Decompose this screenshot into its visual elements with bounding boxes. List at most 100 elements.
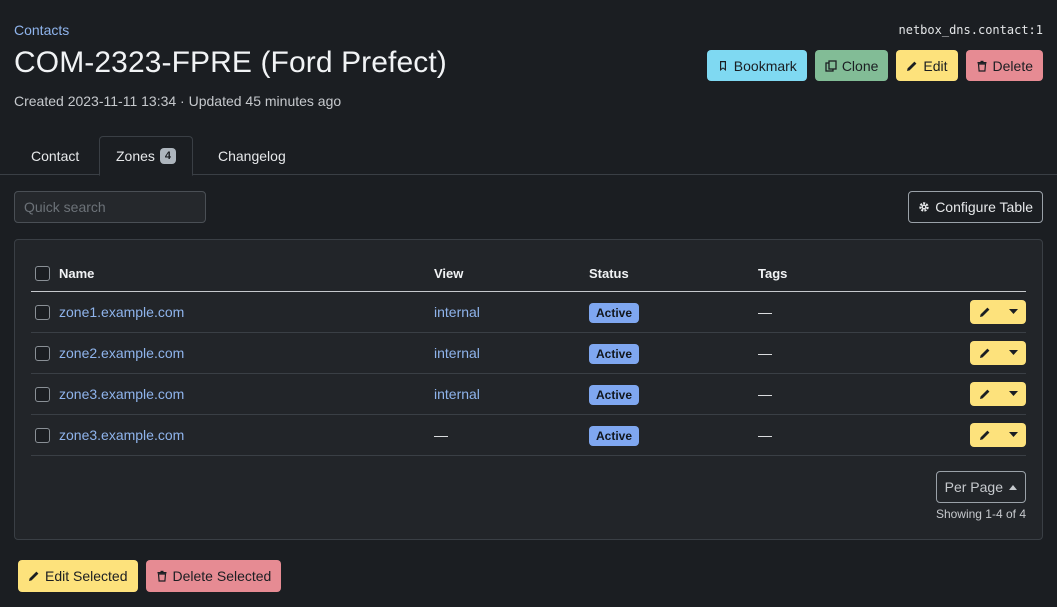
tags-value: —	[758, 344, 772, 361]
status-cell: Active	[589, 414, 758, 456]
column-header-status[interactable]: Status	[589, 256, 758, 292]
row-actions-dropdown[interactable]	[1000, 341, 1026, 365]
row-select-cell	[31, 373, 59, 415]
select-all-checkbox[interactable]	[35, 266, 50, 282]
pagination-summary: Showing 1-4 of 4	[935, 507, 1026, 521]
row-actions-cell	[908, 332, 1026, 374]
select-all-cell	[31, 256, 59, 292]
edit-selected-button[interactable]: Edit Selected	[18, 560, 138, 592]
configure-table-label: Configure Table	[935, 199, 1033, 215]
pencil-icon	[980, 389, 990, 399]
per-page-label: Per Page	[944, 479, 1003, 495]
zone-name-cell: zone3.example.com	[59, 414, 434, 456]
table-row: zone3.example.com — Active —	[31, 414, 1026, 456]
zone-name-cell: zone2.example.com	[59, 332, 434, 374]
caret-down-icon	[1008, 308, 1018, 314]
row-actions-cell	[908, 414, 1026, 456]
status-cell: Active	[589, 373, 758, 415]
view-link[interactable]: internal	[434, 345, 480, 361]
tags-value: —	[758, 303, 772, 320]
column-header-name[interactable]: Name	[59, 256, 434, 292]
tags-cell: —	[758, 291, 908, 333]
row-select-cell	[31, 291, 59, 333]
delete-button[interactable]: Delete	[965, 50, 1043, 81]
row-edit-button[interactable]	[970, 382, 1000, 406]
zone-name-link[interactable]: zone3.example.com	[59, 386, 184, 402]
trash-icon	[977, 60, 987, 72]
view-value: —	[434, 426, 448, 443]
tab-label: Zones	[116, 148, 155, 164]
row-actions-dropdown[interactable]	[1000, 300, 1026, 324]
row-actions-cell	[908, 291, 1026, 333]
zones-table: Name View Status Tags zone1.example.com …	[31, 256, 1026, 456]
row-actions-dropdown[interactable]	[1000, 382, 1026, 406]
zones-table-card: Name View Status Tags zone1.example.com …	[14, 239, 1043, 540]
table-row: zone1.example.com internal Active —	[31, 291, 1026, 333]
edit-button[interactable]: Edit	[896, 50, 958, 81]
configure-table-button[interactable]: Configure Table	[908, 191, 1043, 223]
view-link[interactable]: internal	[434, 386, 480, 402]
tab-bar: Contact Zones 4 Changelog	[0, 136, 1057, 176]
object-identifier: netbox_dns.contact:1	[898, 23, 1044, 37]
breadcrumb[interactable]: Contacts	[14, 22, 69, 38]
zone-name-cell: zone1.example.com	[59, 291, 434, 333]
tags-value: —	[758, 426, 772, 443]
row-edit-button[interactable]	[970, 300, 1000, 324]
tab-zones[interactable]: Zones 4	[99, 136, 194, 176]
delete-selected-label: Delete Selected	[172, 568, 272, 584]
pencil-icon	[29, 571, 39, 581]
zone-name-link[interactable]: zone3.example.com	[59, 427, 184, 443]
page-title: COM-2323-FPRE (Ford Prefect)	[14, 46, 447, 79]
view-cell: internal	[434, 332, 589, 374]
edit-label: Edit	[923, 57, 948, 74]
bulk-actions: Edit Selected Delete Selected	[18, 560, 282, 592]
row-select-cell	[31, 332, 59, 374]
tab-changelog[interactable]: Changelog	[202, 136, 302, 175]
trash-icon	[157, 570, 166, 582]
bookmark-icon	[719, 60, 726, 71]
object-actions: Bookmark Clone Edit Delete	[706, 50, 1043, 81]
pencil-icon	[980, 348, 990, 358]
per-page-dropdown[interactable]: Per Page	[935, 471, 1026, 503]
tab-label: Contact	[31, 147, 80, 164]
row-actions-group	[970, 299, 1026, 324]
zones-count-badge: 4	[159, 148, 177, 164]
row-checkbox[interactable]	[35, 304, 50, 320]
gear-icon	[919, 202, 929, 212]
caret-up-icon	[1009, 484, 1017, 490]
caret-down-icon	[1008, 349, 1018, 355]
column-header-tags: Tags	[758, 256, 908, 292]
row-checkbox[interactable]	[35, 386, 50, 402]
row-actions-group	[970, 340, 1026, 365]
bookmark-button[interactable]: Bookmark	[706, 50, 807, 81]
table-row: zone3.example.com internal Active —	[31, 373, 1026, 415]
status-badge: Active	[589, 425, 640, 446]
row-actions-dropdown[interactable]	[1000, 423, 1026, 447]
status-badge: Active	[589, 343, 640, 364]
view-cell: internal	[434, 373, 589, 415]
row-checkbox[interactable]	[35, 427, 50, 443]
zone-name-link[interactable]: zone1.example.com	[59, 304, 184, 320]
pencil-icon	[980, 430, 990, 440]
status-cell: Active	[589, 332, 758, 374]
caret-down-icon	[1008, 431, 1018, 437]
table-row: zone2.example.com internal Active —	[31, 332, 1026, 374]
row-checkbox[interactable]	[35, 345, 50, 361]
quick-search-input[interactable]	[14, 191, 206, 223]
delete-selected-button[interactable]: Delete Selected	[145, 560, 282, 592]
view-link[interactable]: internal	[434, 304, 480, 320]
edit-selected-label: Edit Selected	[45, 568, 128, 584]
status-badge: Active	[589, 302, 640, 323]
clone-icon	[825, 59, 837, 72]
pencil-icon	[980, 307, 990, 317]
view-cell: —	[434, 414, 589, 456]
view-cell: internal	[434, 291, 589, 333]
tab-contact[interactable]: Contact	[15, 136, 95, 175]
clone-button[interactable]: Clone	[814, 50, 889, 81]
row-edit-button[interactable]	[970, 341, 1000, 365]
zone-name-link[interactable]: zone2.example.com	[59, 345, 184, 361]
row-edit-button[interactable]	[970, 423, 1000, 447]
tags-cell: —	[758, 414, 908, 456]
zone-name-cell: zone3.example.com	[59, 373, 434, 415]
column-header-view[interactable]: View	[434, 256, 589, 292]
